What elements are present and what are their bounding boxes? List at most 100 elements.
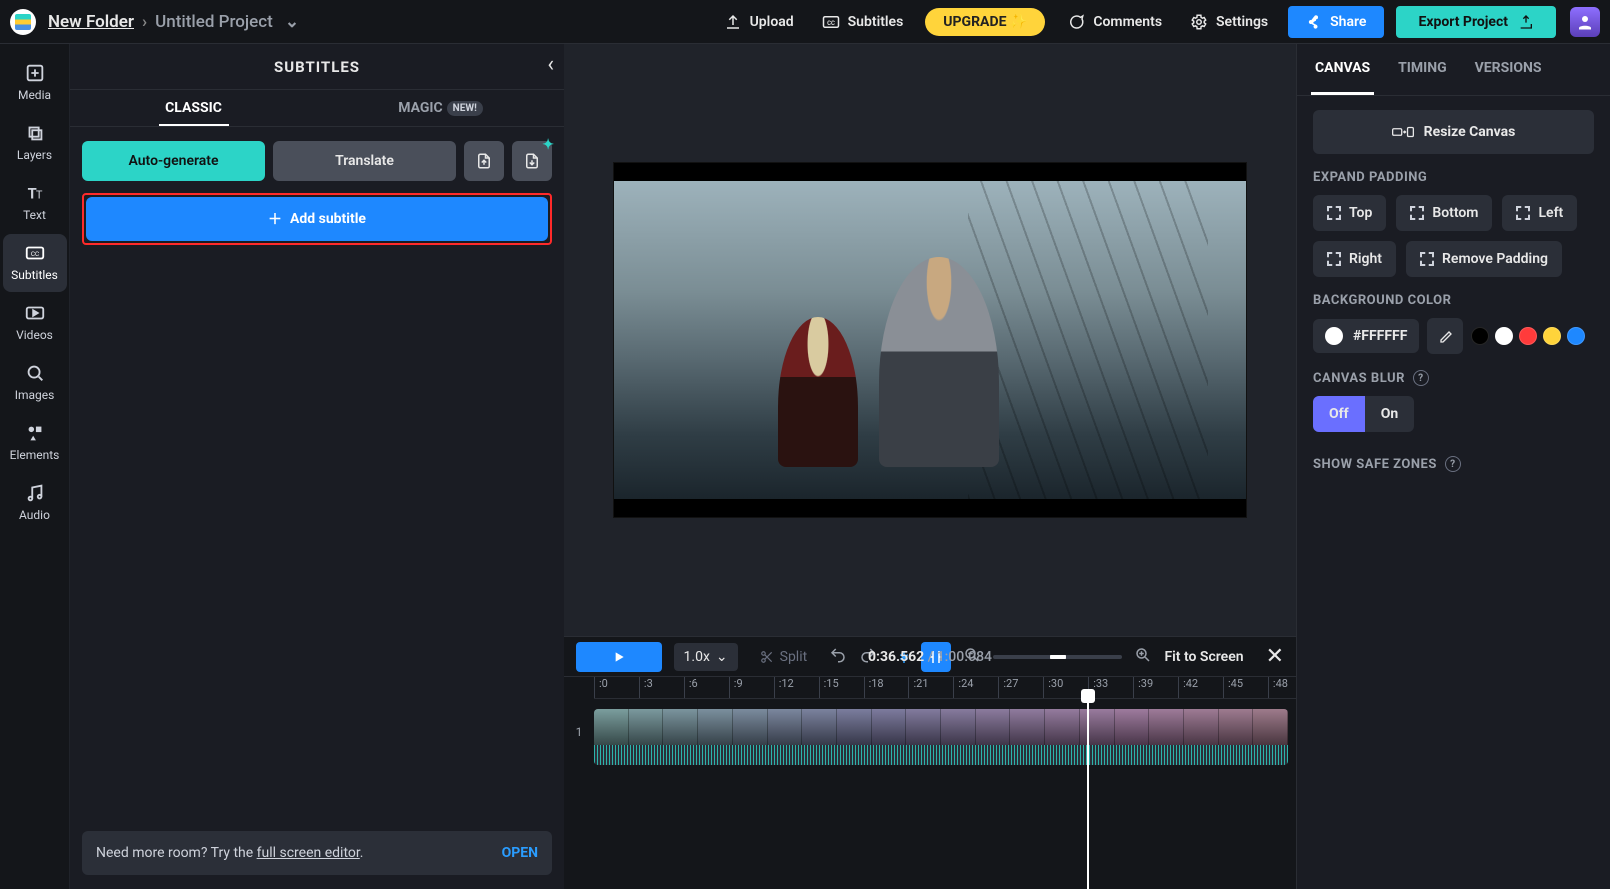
rail-images[interactable]: Images [3,354,67,412]
ruler-tick: :6 [684,677,698,698]
breadcrumb-sep: › [142,12,147,32]
chevron-down-icon[interactable]: ⌄ [285,12,299,32]
comment-icon [1067,13,1085,31]
subtitles-top-button[interactable]: CC Subtitles [808,7,918,37]
resize-icon [1392,124,1414,140]
pad-left-icon [1516,206,1530,220]
rail-subtitles[interactable]: CCSubtitles [3,234,67,292]
breadcrumb-project[interactable]: Untitled Project [155,12,273,32]
add-subtitle-button[interactable]: ＋ Add subtitle [86,197,548,241]
app-logo[interactable] [10,9,36,35]
color-swatch[interactable] [1543,327,1561,345]
ruler-tick: :24 [953,677,973,698]
cc-rail-icon: CC [24,242,46,264]
remove-padding-button[interactable]: Remove Padding [1406,241,1562,277]
video-icon [24,302,46,324]
ruler-tick: :42 [1178,677,1198,698]
eyedropper-icon [1437,328,1453,344]
fullscreen-editor-link[interactable]: full screen editor [257,845,360,861]
ruler-tick: :12 [774,677,794,698]
file-export-icon [523,152,541,170]
translate-button[interactable]: Translate [273,141,456,181]
playhead[interactable] [1087,699,1089,889]
file-import-icon [475,152,493,170]
play-icon [611,649,627,665]
export-button[interactable]: Export Project [1396,6,1556,38]
chevron-down-icon: ⌄ [716,649,728,665]
breadcrumb: New Folder › Untitled Project ⌄ [48,12,299,32]
blur-on-button[interactable]: On [1365,396,1415,432]
import-subtitles-button[interactable] [464,141,504,181]
pad-top-button[interactable]: Top [1313,195,1386,231]
pad-right-button[interactable]: Right [1313,241,1396,277]
color-swatch[interactable] [1471,327,1489,345]
upload-icon [724,13,742,31]
pad-left-button[interactable]: Left [1502,195,1577,231]
zoom-thumb[interactable] [1050,655,1066,659]
collapse-panel-icon[interactable]: ‹ [547,52,554,77]
pad-right-icon [1327,252,1341,266]
rail-text[interactable]: TTText [3,174,67,232]
auto-generate-button[interactable]: Auto-generate [82,141,265,181]
play-button[interactable] [576,642,662,672]
add-subtitle-highlight: ＋ Add subtitle [82,193,552,245]
tab-timing[interactable]: TIMING [1394,44,1451,95]
bg-color-value[interactable]: #FFFFFF [1313,319,1419,353]
svg-text:T: T [35,189,42,202]
svg-text:CC: CC [30,250,38,258]
comments-button[interactable]: Comments [1053,7,1176,37]
zoom-in-button[interactable] [1134,646,1152,668]
ruler-tick: :48 [1268,677,1288,698]
rail-elements[interactable]: Elements [3,414,67,472]
shapes-icon [24,422,46,444]
zoom-slider[interactable] [993,655,1122,659]
ruler-tick: :18 [864,677,884,698]
undo-button[interactable] [829,646,847,668]
tab-versions[interactable]: VERSIONS [1471,44,1546,95]
fit-to-screen-button[interactable]: Fit to Screen [1164,649,1243,665]
settings-button[interactable]: Settings [1176,7,1282,37]
expand-padding-title: EXPAND PADDING [1313,170,1594,185]
blur-toggle: Off On [1313,396,1414,432]
color-swatch[interactable] [1519,327,1537,345]
eyedropper-button[interactable] [1427,318,1463,354]
rail-audio[interactable]: Audio [3,474,67,532]
fullscreen-hint: Need more room? Try the full screen edit… [82,831,552,875]
video-frame [613,162,1247,518]
help-icon[interactable]: ? [1445,456,1461,472]
nav-rail: Media Layers TTText CCSubtitles Videos I… [0,44,70,889]
track-label: 1 [564,725,594,739]
tab-canvas[interactable]: CANVAS [1311,44,1374,95]
help-icon[interactable]: ? [1413,370,1429,386]
ruler-tick: :21 [908,677,928,698]
playback-speed[interactable]: 1.0x⌄ [674,643,738,671]
rail-media[interactable]: Media [3,54,67,112]
export-subtitles-button[interactable]: ✦ [512,141,552,181]
open-fullscreen-button[interactable]: OPEN [502,845,538,861]
canvas-preview[interactable] [564,44,1296,636]
resize-canvas-button[interactable]: Resize Canvas [1313,110,1594,154]
blur-off-button[interactable]: Off [1313,396,1365,432]
color-swatch[interactable] [1495,327,1513,345]
safe-zones-title: SHOW SAFE ZONES? [1313,456,1594,472]
pad-bottom-button[interactable]: Bottom [1396,195,1492,231]
text-icon: TT [24,182,46,204]
timeline-ruler[interactable]: :0:3:6:9:12:15:18:21:24:27:30:33:39:42:4… [594,677,1296,699]
plus-box-icon [24,62,46,84]
breadcrumb-folder[interactable]: New Folder [48,12,134,32]
ruler-tick: :45 [1223,677,1243,698]
tab-classic[interactable]: CLASSIC [70,90,317,126]
export-icon [1518,14,1534,30]
share-button[interactable]: Share [1288,6,1384,38]
video-track[interactable] [594,709,1288,765]
upgrade-button[interactable]: UPGRADE ✨ [925,8,1045,36]
split-button: Split [750,643,818,671]
upload-button[interactable]: Upload [710,7,808,37]
close-timeline-button[interactable]: ✕ [1266,644,1284,669]
rail-layers[interactable]: Layers [3,114,67,172]
rail-videos[interactable]: Videos [3,294,67,352]
plus-icon: ＋ [268,209,282,229]
color-swatch[interactable] [1567,327,1585,345]
user-avatar[interactable] [1570,7,1600,37]
tab-magic[interactable]: MAGICNEW! [317,90,564,126]
